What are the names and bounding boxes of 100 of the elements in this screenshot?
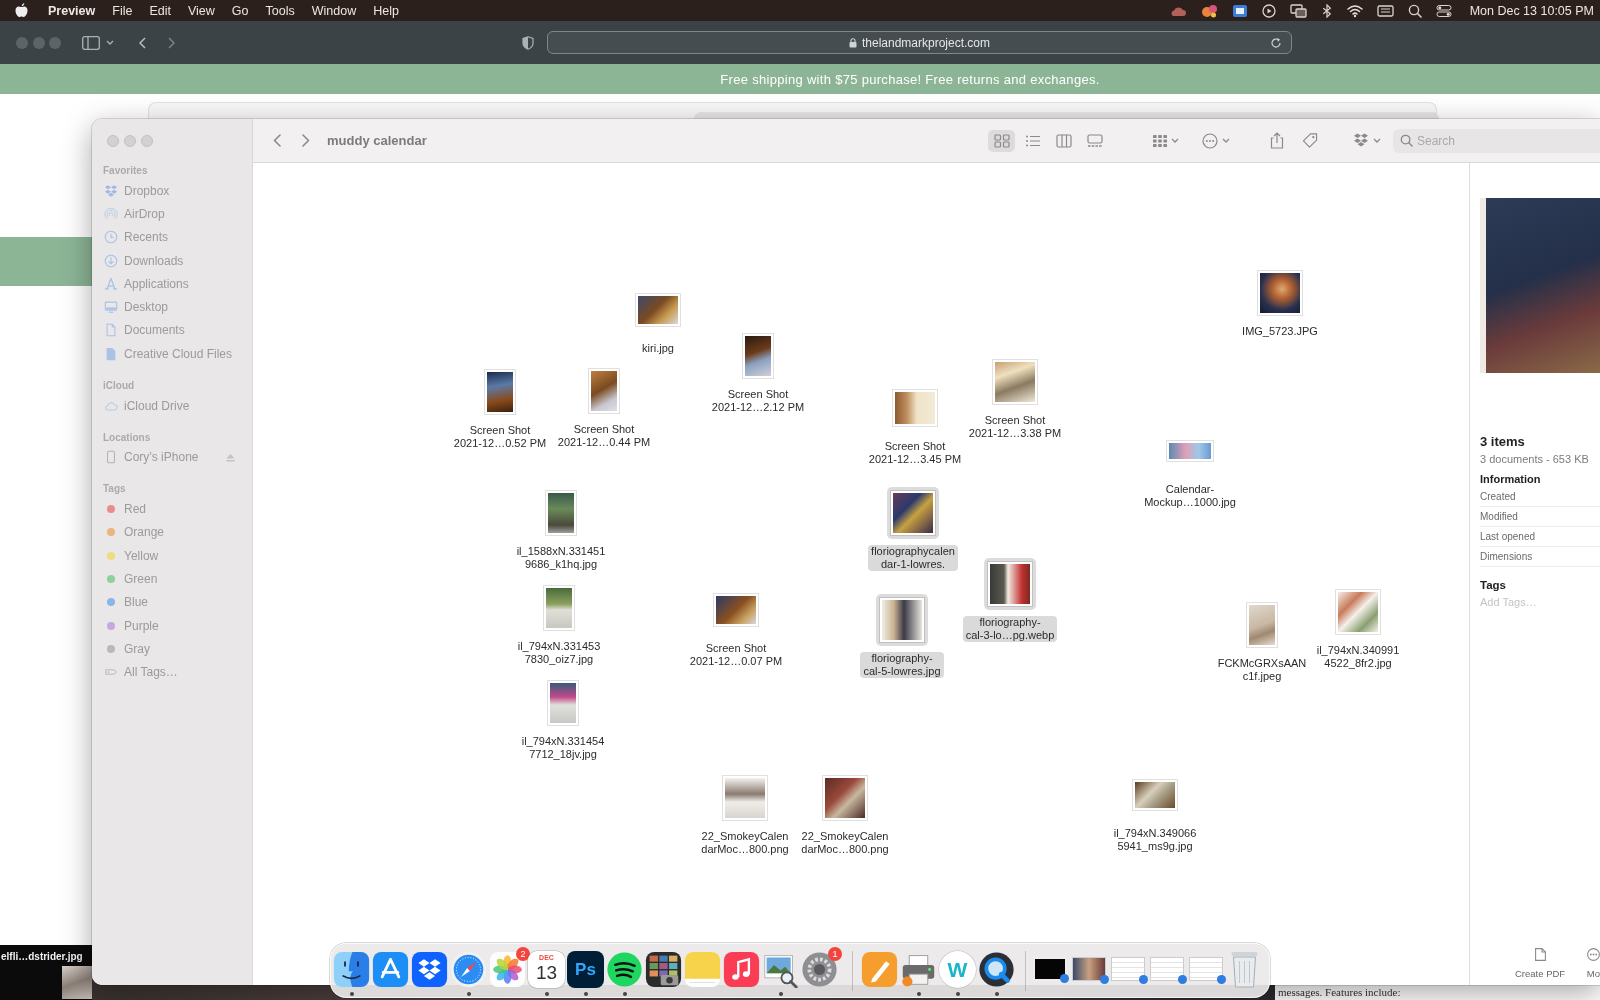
image-thumbnail[interactable] — [544, 586, 574, 630]
image-thumbnail[interactable] — [548, 681, 578, 725]
image-thumbnail[interactable] — [1133, 780, 1177, 810]
bluetooth-icon[interactable] — [1320, 3, 1333, 18]
app-tile[interactable]: Ps — [567, 951, 604, 988]
menu-item[interactable]: Help — [373, 3, 399, 18]
lens-icon[interactable] — [978, 951, 1015, 988]
image-thumbnail[interactable] — [1167, 441, 1213, 461]
image-thumbnail[interactable] — [589, 369, 619, 413]
menu-clock[interactable]: Mon Dec 13 10:05 PM — [1469, 3, 1594, 18]
file-name: Screen Shot 2021-12…3.38 PM — [967, 414, 1063, 440]
grid-icon — [993, 133, 1010, 148]
file-name: Screen Shot 2021-12…3.45 PM — [867, 440, 963, 466]
page-text: messages. Features include: — [1278, 986, 1401, 999]
sidebar-item[interactable]: Recents — [92, 225, 252, 249]
face-icon[interactable] — [333, 951, 370, 988]
panel-icon[interactable] — [1376, 3, 1394, 18]
sidebar-icon[interactable] — [82, 35, 100, 50]
address-field[interactable]: thelandmarkproject.com — [547, 31, 1292, 54]
image-thumbnail[interactable] — [993, 360, 1037, 404]
window-thumbnail[interactable] — [1071, 957, 1106, 981]
window-thumbnail[interactable] — [1149, 957, 1184, 981]
view-button[interactable] — [988, 129, 1015, 152]
sidebar-item[interactable]: Creative Cloud Files — [92, 342, 252, 366]
apple-icon[interactable] — [15, 3, 28, 18]
search-field[interactable]: Search — [1393, 128, 1600, 153]
file-name: il_794xN.349066 5941_ms9g.jpg — [1112, 827, 1198, 853]
menu-item[interactable]: Go — [231, 3, 249, 18]
search-icon[interactable] — [1407, 3, 1422, 18]
dots-cluster-icon[interactable] — [1200, 3, 1218, 18]
gallery-icon — [1086, 133, 1103, 148]
image-thumbnail[interactable] — [887, 487, 939, 539]
sidebar-item[interactable]: Red — [92, 497, 252, 521]
chevron-left-icon[interactable] — [139, 36, 146, 49]
menu-item[interactable]: Tools — [265, 3, 295, 18]
image-thumbnail[interactable] — [546, 491, 576, 535]
open-box-icon — [104, 183, 118, 198]
photo-grid-icon[interactable] — [645, 951, 682, 988]
image-thumbnail[interactable] — [1247, 603, 1277, 647]
file-name: il_794xN.331453 7830_oiz7.jpg — [516, 640, 602, 666]
image-thumbnail[interactable] — [1336, 590, 1380, 634]
sidebar-item[interactable]: Blue — [92, 590, 252, 614]
sidebar-item[interactable]: AirDrop — [92, 202, 252, 226]
image-thumbnail[interactable] — [485, 370, 515, 414]
image-thumbnail[interactable] — [984, 558, 1036, 610]
sidebar-item[interactable]: Documents — [92, 318, 252, 343]
image-thumbnail[interactable] — [876, 594, 928, 646]
flower-icon[interactable] — [489, 951, 526, 988]
sidebar-item[interactable]: Green — [92, 567, 252, 591]
sidebar-item[interactable]: Desktop — [92, 295, 252, 319]
sidebar-item[interactable]: Dropbox — [92, 179, 252, 203]
chevron-down-icon[interactable] — [106, 40, 114, 45]
settings-icon[interactable] — [801, 951, 838, 988]
image-thumbnail[interactable] — [714, 594, 758, 626]
sidebar-item[interactable]: Applications — [92, 272, 252, 296]
sidebar-item[interactable]: Yellow — [92, 544, 252, 568]
chevron-left-icon[interactable] — [273, 134, 281, 147]
music-note-icon[interactable] — [723, 951, 760, 988]
menu-item[interactable]: File — [112, 3, 133, 18]
image-thumbnail[interactable] — [1258, 271, 1302, 315]
image-thumbnail[interactable] — [893, 390, 937, 426]
sidebar-item[interactable]: Gray — [92, 637, 252, 661]
wifi-icon[interactable] — [1346, 3, 1363, 18]
image-thumbnail[interactable] — [743, 334, 773, 378]
stacked-screens-icon[interactable] — [1289, 3, 1307, 18]
sound-waves-icon[interactable] — [606, 951, 643, 988]
compass-icon[interactable] — [450, 951, 487, 988]
photo-placeholder[interactable] — [62, 966, 92, 999]
image-thumbnail[interactable] — [723, 776, 767, 820]
grid-icon — [1153, 134, 1167, 147]
play-circle-icon[interactable] — [1261, 3, 1276, 18]
image-thumbnail[interactable] — [636, 294, 680, 326]
window-thumbnail[interactable] — [1188, 957, 1223, 981]
open-box-icon[interactable] — [411, 951, 448, 988]
document-icon — [104, 346, 118, 361]
file-name: il_794xN.340991 4522_8fr2.jpg — [1315, 644, 1401, 670]
sidebar-item[interactable]: Cory’s iPhone — [92, 445, 252, 469]
chevron-right-icon[interactable] — [168, 36, 175, 49]
tags-field[interactable]: Add Tags… — [1480, 596, 1590, 608]
menu-item[interactable]: View — [187, 3, 215, 18]
more-button[interactable]: Mo — [1586, 948, 1600, 979]
menu-item[interactable]: Edit — [149, 3, 171, 18]
reload-icon[interactable] — [1270, 36, 1282, 49]
sidebar-item[interactable]: Purple — [92, 613, 252, 638]
window-square-icon[interactable] — [1231, 3, 1248, 18]
app-badge-icon — [1099, 975, 1109, 984]
file-name[interactable]: elfli…dstrider.jpg — [0, 951, 83, 963]
app-tile[interactable]: W — [939, 951, 976, 988]
sidebar-item[interactable]: All Tags… — [92, 660, 252, 684]
sidebar-item[interactable]: Downloads — [92, 248, 252, 273]
sidebar-item[interactable]: iCloud Drive — [92, 393, 252, 418]
app-menu[interactable]: Preview — [48, 3, 96, 18]
toggles-icon[interactable] — [1435, 3, 1452, 18]
window-thumbnail[interactable] — [1110, 957, 1145, 981]
chevron-right-icon[interactable] — [302, 134, 310, 147]
sidebar-item[interactable]: Orange — [92, 520, 252, 545]
shield-icon[interactable] — [522, 35, 534, 50]
image-thumbnail[interactable] — [823, 776, 867, 820]
menu-item[interactable]: Window — [311, 3, 357, 18]
create-pdf-button[interactable]: Create PDF — [1515, 948, 1566, 979]
